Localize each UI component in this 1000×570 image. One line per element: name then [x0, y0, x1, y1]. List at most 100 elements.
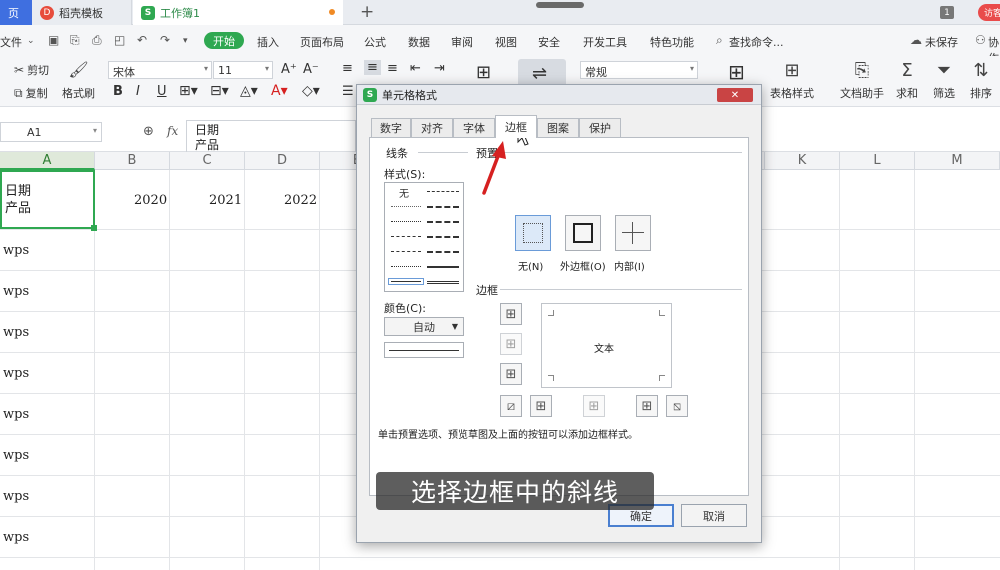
increase-font-icon[interactable]: A⁺	[281, 62, 297, 77]
name-box[interactable]: A1 ▾	[0, 122, 102, 142]
decrease-font-icon[interactable]: A⁻	[303, 62, 319, 77]
tab-pattern[interactable]: 图案	[537, 118, 579, 137]
line-style-option[interactable]	[427, 251, 459, 253]
menu-file[interactable]: 文件	[0, 34, 22, 50]
menu-developer[interactable]: 开发工具	[583, 34, 627, 50]
style-none[interactable]: 无	[399, 185, 409, 200]
border-middle-button[interactable]: ⊞	[500, 333, 522, 355]
format-painter-button[interactable]: 🖌 格式刷	[62, 60, 95, 101]
print-preview-icon[interactable]: ◰	[114, 33, 125, 47]
indent-increase-icon[interactable]: ⇥	[434, 61, 445, 76]
print-icon[interactable]: ⎙	[92, 33, 102, 48]
line-style-option[interactable]	[427, 221, 459, 223]
cell-c1[interactable]: 2021	[209, 193, 242, 208]
column-header-k[interactable]: K	[765, 152, 840, 170]
cut-button[interactable]: ✂ 剪切	[14, 62, 49, 78]
underline-icon[interactable]: U	[157, 84, 167, 99]
zoom-icon[interactable]: ⊕	[143, 124, 154, 139]
preset-outline-button[interactable]	[565, 215, 601, 251]
menu-features[interactable]: 特色功能	[650, 34, 694, 50]
font-size-select[interactable]: 11 ▾	[213, 61, 273, 79]
cell-a4[interactable]: wps	[3, 325, 29, 340]
number-format-select[interactable]: 常规 ▾	[580, 61, 698, 79]
cell-a2[interactable]: wps	[3, 243, 29, 258]
dialog-title-bar[interactable]: S 单元格格式 ✕	[357, 85, 761, 105]
cell-a9[interactable]: wps	[3, 530, 29, 545]
line-style-list[interactable]: 无	[384, 182, 464, 292]
column-header-d[interactable]: D	[245, 152, 320, 170]
cooperate-icon[interactable]: ⚇	[975, 33, 986, 47]
sort-button[interactable]: ⇅ 排序	[970, 60, 992, 101]
tab-home[interactable]: 页	[0, 0, 32, 25]
fill-handle[interactable]	[91, 225, 97, 231]
menu-review[interactable]: 审阅	[451, 34, 473, 50]
column-header-c[interactable]: C	[170, 152, 245, 170]
sum-button[interactable]: Σ 求和	[896, 60, 918, 101]
merge-center-icon[interactable]: ⊞	[476, 62, 491, 83]
line-style-option[interactable]	[391, 206, 421, 207]
border-center-button[interactable]: ⊞	[583, 395, 605, 417]
font-name-select[interactable]: 宋体 ▾	[108, 61, 212, 79]
border-left-button[interactable]: ⊞	[530, 395, 552, 417]
cell-selection[interactable]	[0, 170, 97, 231]
line-style-option[interactable]	[427, 206, 459, 208]
cell-a7[interactable]: wps	[3, 448, 29, 463]
copy-button[interactable]: ⧉ 复制	[14, 85, 48, 101]
line-style-option[interactable]	[427, 236, 459, 238]
indent-decrease-icon[interactable]: ⇤	[410, 61, 421, 76]
column-header-a[interactable]: A	[0, 152, 95, 170]
align-middle-icon[interactable]: ≡	[364, 60, 381, 75]
window-count-badge[interactable]: 1	[940, 6, 954, 19]
line-style-option[interactable]	[391, 221, 421, 222]
save-icon[interactable]: ▣	[48, 33, 59, 47]
tab-template[interactable]: D 稻壳模板	[32, 0, 132, 25]
italic-icon[interactable]: I	[136, 84, 140, 99]
chevron-down-icon[interactable]: ⌄	[27, 36, 35, 46]
menu-formula[interactable]: 公式	[364, 34, 386, 50]
table-style-button[interactable]: ⊞ 表格样式	[770, 60, 814, 101]
tab-font[interactable]: 字体	[453, 118, 495, 137]
preset-inside-button[interactable]	[615, 215, 651, 251]
fill-color-icon[interactable]: ◬▾	[240, 83, 258, 99]
save-status[interactable]: 未保存	[925, 34, 958, 50]
cell-d1[interactable]: 2022	[284, 193, 317, 208]
align-left-icon[interactable]: ☰	[342, 84, 354, 99]
line-style-option[interactable]	[427, 266, 459, 268]
user-avatar[interactable]: 访客	[978, 4, 1000, 21]
menu-security[interactable]: 安全	[538, 34, 560, 50]
merge-icon[interactable]: ⊟▾	[210, 83, 229, 99]
column-header-b[interactable]: B	[95, 152, 170, 170]
doc-helper-button[interactable]: ⎘ 文档助手	[840, 60, 884, 101]
customize-icon[interactable]: ▾	[183, 36, 188, 46]
cell-a6[interactable]: wps	[3, 407, 29, 422]
window-drag-grip[interactable]	[536, 2, 584, 8]
command-search[interactable]: 查找命令...	[729, 34, 784, 50]
close-icon[interactable]: ✕	[717, 88, 753, 102]
menu-page-layout[interactable]: 页面布局	[300, 34, 344, 50]
font-color-icon[interactable]: A▾	[271, 83, 288, 99]
tab-number[interactable]: 数字	[371, 118, 411, 137]
line-style-option[interactable]	[391, 236, 421, 237]
preset-none-button[interactable]	[515, 215, 551, 251]
diagonal-down-button[interactable]: ⧅	[666, 395, 688, 417]
color-select[interactable]: 自动 ▼	[384, 317, 464, 336]
cell-a3[interactable]: wps	[3, 284, 29, 299]
menu-insert[interactable]: 插入	[257, 34, 279, 50]
diagonal-up-button[interactable]: ⧄	[500, 395, 522, 417]
bold-icon[interactable]: B	[113, 84, 123, 99]
redo-icon[interactable]: ↷	[160, 33, 170, 47]
new-tab-button[interactable]: +	[360, 2, 374, 22]
export-icon[interactable]: ⎘	[70, 33, 80, 48]
cancel-button[interactable]: 取消	[681, 504, 747, 527]
clear-format-icon[interactable]: ◇▾	[302, 83, 320, 99]
cell-a5[interactable]: wps	[3, 366, 29, 381]
tab-alignment[interactable]: 对齐	[411, 118, 453, 137]
border-bottom-button[interactable]: ⊞	[500, 363, 522, 385]
undo-icon[interactable]: ↶	[137, 33, 147, 47]
menu-data[interactable]: 数据	[408, 34, 430, 50]
menu-view[interactable]: 视图	[495, 34, 517, 50]
line-style-option[interactable]	[391, 251, 421, 252]
fx-icon[interactable]: fx	[167, 124, 178, 138]
tab-protection[interactable]: 保护	[579, 118, 621, 137]
filter-button[interactable]: ⏷ 筛选	[933, 60, 955, 101]
